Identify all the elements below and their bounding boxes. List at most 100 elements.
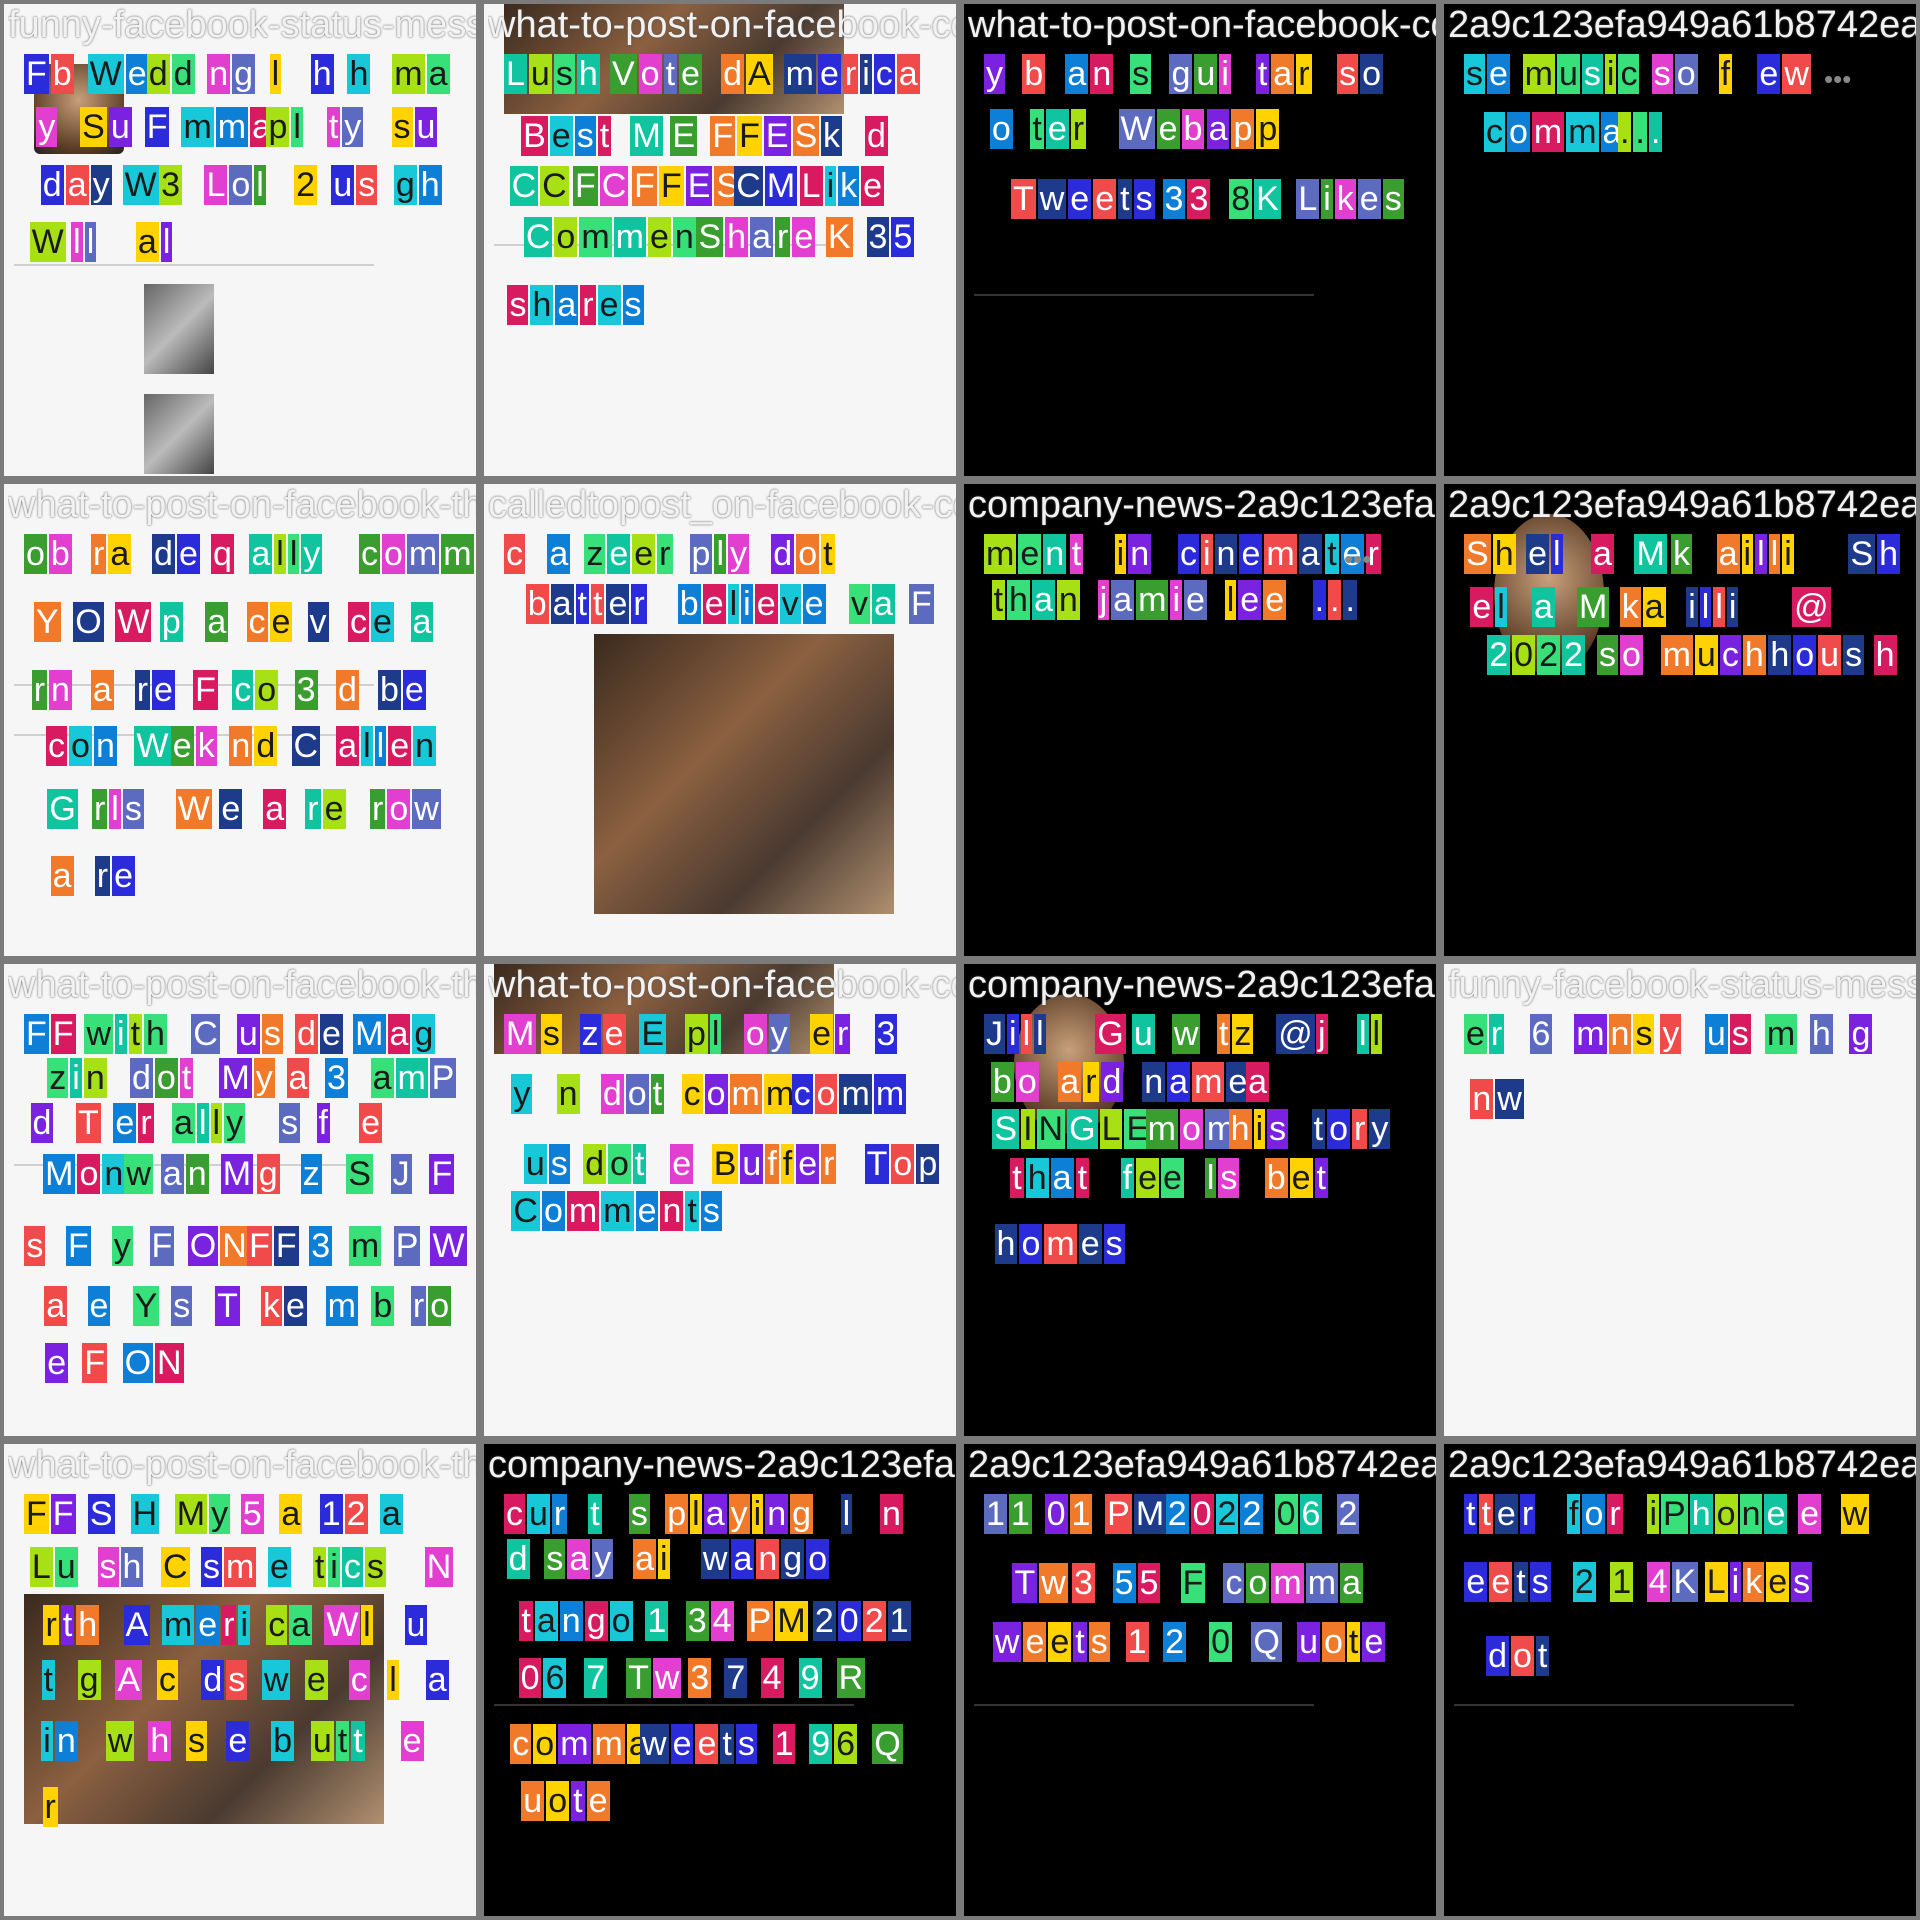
letter-block: 2: [1165, 1494, 1189, 1534]
letter-block: p: [689, 534, 713, 574]
letter-block: r: [657, 534, 673, 574]
letter-block: a: [555, 285, 579, 326]
letter-block: s: [356, 165, 378, 206]
letter-block: n: [185, 1153, 209, 1194]
more-options-icon[interactable]: •••: [1824, 64, 1851, 95]
letter-block: n: [1043, 534, 1067, 574]
letter-block: c: [504, 1494, 525, 1534]
letter-block: n: [1608, 1014, 1632, 1054]
letter-block: e: [1798, 1494, 1822, 1534]
letter-block: A: [745, 54, 773, 94]
letter-block: N: [424, 1546, 454, 1587]
letter-block: d: [40, 165, 64, 206]
letter-block: h: [1492, 534, 1516, 574]
letter-block: m: [348, 1226, 382, 1267]
letter-block: e: [1464, 1014, 1487, 1054]
letter-block: r: [821, 1144, 837, 1185]
letter-block: J: [390, 1153, 412, 1194]
letter-block: o: [69, 725, 92, 766]
word-label: music: [1522, 54, 1640, 94]
word-label: t: [41, 1659, 55, 1700]
letter-block: y: [111, 1226, 133, 1267]
letter-block: a: [1050, 1158, 1074, 1199]
word-label: 1: [1125, 1622, 1149, 1662]
letter-block: 0: [1044, 1494, 1068, 1534]
word-label: a: [410, 602, 434, 643]
letter-block: r: [551, 1494, 568, 1534]
word-label: bet: [1264, 1158, 1328, 1199]
word-label: Q: [872, 1723, 903, 1764]
word-label: 1: [772, 1723, 796, 1764]
letter-block: 3: [874, 1014, 898, 1054]
letter-block: a: [1206, 109, 1230, 150]
letter-block: 2: [1537, 635, 1560, 676]
letter-block: b: [677, 583, 701, 624]
letter-block: 9: [809, 1723, 833, 1764]
word-label: W: [134, 725, 171, 766]
letter-block: v: [307, 602, 329, 643]
word-label: M: [220, 1153, 254, 1194]
letter-block: o: [609, 1600, 633, 1641]
letter-block: u: [1297, 1622, 1320, 1662]
letter-block: k: [261, 1286, 283, 1327]
word-label: weets: [640, 1723, 757, 1764]
word-label: m: [1764, 1014, 1798, 1054]
letter-block: l: [709, 1014, 722, 1054]
letter-block: o: [428, 1286, 452, 1327]
tile-title: company-news-2a9c123efa949a61b8742eaf945…: [488, 1444, 956, 1486]
letter-block: o: [229, 165, 253, 206]
letter-block: f: [1566, 1494, 1581, 1534]
word-label: Y: [33, 602, 61, 643]
letter-block: C: [734, 166, 763, 207]
word-label: F: [82, 1342, 108, 1383]
letter-block: m: [1264, 534, 1297, 574]
letter-block: s: [1218, 1158, 1240, 1199]
word-label: d: [506, 1538, 530, 1579]
letter-block: t: [632, 1144, 647, 1185]
letter-block: e: [1362, 1622, 1386, 1662]
letter-block: N: [1036, 1108, 1066, 1149]
letter-block: m: [1192, 1061, 1225, 1102]
word-label: F: [193, 670, 218, 711]
letter-block: d: [30, 1102, 54, 1143]
letter-block: F: [273, 1226, 299, 1267]
letter-block: C: [523, 217, 553, 258]
more-options-icon[interactable]: •••: [1344, 544, 1371, 575]
letter-block: w: [124, 1153, 153, 1194]
letter-block: h: [1228, 1108, 1252, 1149]
letter-block: 2: [1163, 1622, 1187, 1662]
word-label: Web: [1118, 109, 1205, 150]
word-label: ce: [348, 602, 394, 643]
letter-block: e: [322, 788, 346, 829]
letter-block: e: [1161, 1158, 1184, 1199]
letter-block: a: [550, 583, 574, 624]
letter-block: R: [836, 1657, 866, 1698]
letter-block: 1: [1069, 1494, 1093, 1534]
word-label: than: [991, 579, 1080, 620]
letter-block: a: [379, 1494, 403, 1534]
letter-block: e: [319, 1014, 343, 1054]
letter-block: n: [765, 1494, 789, 1534]
letter-block: o: [989, 109, 1013, 150]
letter-block: d: [583, 1144, 606, 1185]
letter-block: L: [29, 1546, 53, 1587]
letter-block: s: [700, 1190, 722, 1231]
word-label: w: [1171, 1014, 1201, 1054]
tile-title: company-news-2a9c123efa949a61b8742eaf945…: [968, 964, 1436, 1006]
letter-block: k: [838, 166, 860, 207]
letter-block: t: [326, 106, 341, 147]
letter-block: l: [1699, 586, 1712, 627]
word-label: T: [215, 1286, 240, 1327]
word-label: much: [1660, 635, 1766, 676]
word-label: his: [1228, 1108, 1289, 1149]
word-label: ds: [201, 1659, 248, 1700]
letter-block: o: [387, 788, 411, 829]
letter-block: 4: [1646, 1562, 1670, 1603]
letter-block: e: [702, 583, 726, 624]
letter-block: S: [346, 1153, 373, 1194]
letter-block: w: [1495, 1079, 1524, 1120]
letter-block: h: [1877, 534, 1901, 574]
word-label: Sh: [1848, 534, 1901, 574]
letter-block: 3: [309, 1226, 333, 1267]
word-label: 2: [1336, 1494, 1360, 1534]
